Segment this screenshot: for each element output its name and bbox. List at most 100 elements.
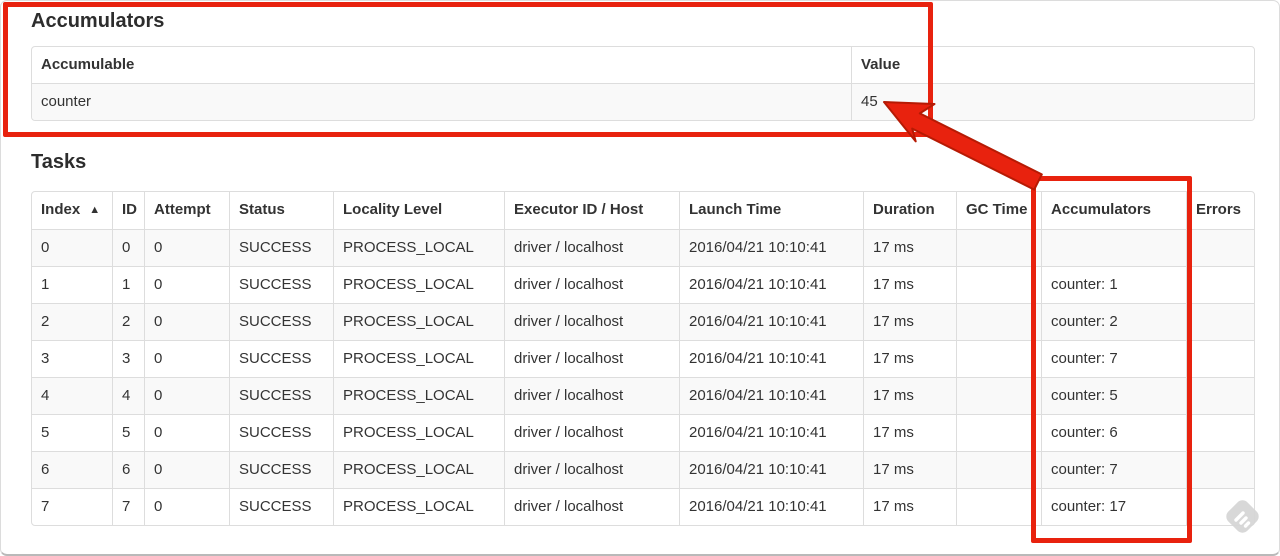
task-cell-gc-time (956, 340, 1041, 377)
task-cell-launch-time: 2016/04/21 10:10:41 (679, 414, 863, 451)
task-cell-attempt: 0 (144, 266, 229, 303)
task-cell-launch-time: 2016/04/21 10:10:41 (679, 266, 863, 303)
task-row: 1 1 0 SUCCESS PROCESS_LOCAL driver / localhos… (32, 266, 1254, 303)
column-header-errors[interactable]: Errors (1186, 192, 1254, 229)
task-cell-duration: 17 ms (863, 229, 956, 266)
task-cell-status: SUCCESS (229, 414, 333, 451)
task-cell-errors (1186, 340, 1254, 377)
task-cell-status: SUCCESS (229, 229, 333, 266)
task-cell-accumulators: counter: 7 (1041, 451, 1186, 488)
task-cell-id: 6 (112, 451, 144, 488)
task-cell-gc-time (956, 229, 1041, 266)
task-cell-index: 7 (32, 488, 112, 525)
task-row: 2 2 0 SUCCESS PROCESS_LOCAL driver / localhos… (32, 303, 1254, 340)
task-cell-launch-time: 2016/04/21 10:10:41 (679, 451, 863, 488)
task-cell-duration: 17 ms (863, 303, 956, 340)
task-cell-index: 5 (32, 414, 112, 451)
task-cell-id: 4 (112, 377, 144, 414)
task-cell-index: 3 (32, 340, 112, 377)
task-cell-locality-level: PROCESS_LOCAL (333, 340, 504, 377)
task-cell-locality-level: PROCESS_LOCAL (333, 488, 504, 525)
column-header-launch-time[interactable]: Launch Time (679, 192, 863, 229)
task-cell-gc-time (956, 303, 1041, 340)
task-cell-id: 1 (112, 266, 144, 303)
task-cell-gc-time (956, 377, 1041, 414)
task-cell-attempt: 0 (144, 488, 229, 525)
task-cell-locality-level: PROCESS_LOCAL (333, 451, 504, 488)
column-header-attempt[interactable]: Attempt (144, 192, 229, 229)
task-cell-accumulators (1041, 229, 1186, 266)
task-row: 6 6 0 SUCCESS PROCESS_LOCAL driver / localhos… (32, 451, 1254, 488)
task-cell-accumulators: counter: 7 (1041, 340, 1186, 377)
task-cell-index: 2 (32, 303, 112, 340)
task-cell-accumulators: counter: 5 (1041, 377, 1186, 414)
task-cell-id: 2 (112, 303, 144, 340)
task-cell-errors (1186, 377, 1254, 414)
task-cell-duration: 17 ms (863, 451, 956, 488)
task-cell-accumulators: counter: 6 (1041, 414, 1186, 451)
task-cell-attempt: 0 (144, 303, 229, 340)
task-cell-accumulators: counter: 2 (1041, 303, 1186, 340)
task-cell-gc-time (956, 414, 1041, 451)
task-cell-status: SUCCESS (229, 340, 333, 377)
task-cell-executor-id-host: driver / localhost (504, 377, 679, 414)
task-row: 0 0 0 SUCCESS PROCESS_LOCAL driver / localhos… (32, 229, 1254, 266)
task-cell-locality-level: PROCESS_LOCAL (333, 229, 504, 266)
value-column-header: Value (851, 47, 1254, 83)
task-cell-executor-id-host: driver / localhost (504, 229, 679, 266)
column-header-id[interactable]: ID (112, 192, 144, 229)
task-cell-locality-level: PROCESS_LOCAL (333, 414, 504, 451)
tasks-table: Index ▲ ID Attempt Status Locality Level … (31, 191, 1255, 526)
accumulable-name-cell: counter (32, 83, 851, 120)
task-cell-status: SUCCESS (229, 488, 333, 525)
task-cell-id: 7 (112, 488, 144, 525)
task-cell-id: 3 (112, 340, 144, 377)
column-header-gc-time[interactable]: GC Time (956, 192, 1041, 229)
task-row: 5 5 0 SUCCESS PROCESS_LOCAL driver / localhos… (32, 414, 1254, 451)
task-cell-gc-time (956, 451, 1041, 488)
task-cell-errors (1186, 229, 1254, 266)
task-cell-duration: 17 ms (863, 377, 956, 414)
task-cell-errors (1186, 451, 1254, 488)
task-cell-executor-id-host: driver / localhost (504, 266, 679, 303)
tasks-section-heading: Tasks (31, 151, 87, 173)
task-cell-locality-level: PROCESS_LOCAL (333, 377, 504, 414)
accumulators-table: Accumulable Value counter 45 (31, 46, 1255, 121)
column-header-executor-id-host[interactable]: Executor ID / Host (504, 192, 679, 229)
task-cell-status: SUCCESS (229, 451, 333, 488)
task-cell-accumulators: counter: 1 (1041, 266, 1186, 303)
task-cell-errors (1186, 303, 1254, 340)
task-cell-attempt: 0 (144, 340, 229, 377)
task-cell-gc-time (956, 266, 1041, 303)
task-cell-attempt: 0 (144, 229, 229, 266)
task-cell-launch-time: 2016/04/21 10:10:41 (679, 303, 863, 340)
column-header-accumulators[interactable]: Accumulators (1041, 192, 1186, 229)
column-header-index-label: Index (41, 201, 81, 218)
task-row: 4 4 0 SUCCESS PROCESS_LOCAL driver / localhos… (32, 377, 1254, 414)
task-cell-launch-time: 2016/04/21 10:10:41 (679, 229, 863, 266)
task-cell-locality-level: PROCESS_LOCAL (333, 266, 504, 303)
task-cell-id: 5 (112, 414, 144, 451)
task-cell-index: 4 (32, 377, 112, 414)
task-cell-index: 6 (32, 451, 112, 488)
task-cell-status: SUCCESS (229, 266, 333, 303)
tasks-table-body: 0 0 0 SUCCESS PROCESS_LOCAL driver / localhos… (32, 229, 1254, 525)
task-cell-status: SUCCESS (229, 377, 333, 414)
task-cell-status: SUCCESS (229, 303, 333, 340)
task-cell-index: 1 (32, 266, 112, 303)
task-cell-errors (1186, 414, 1254, 451)
column-header-locality-level[interactable]: Locality Level (333, 192, 504, 229)
accumulator-row: counter 45 (32, 83, 1254, 120)
accumulable-value-cell: 45 (851, 83, 1254, 120)
task-cell-duration: 17 ms (863, 488, 956, 525)
task-cell-executor-id-host: driver / localhost (504, 340, 679, 377)
accumulators-section-heading: Accumulators (31, 10, 165, 32)
tasks-table-header-row: Index ▲ ID Attempt Status Locality Level … (32, 192, 1254, 229)
column-header-index[interactable]: Index ▲ (32, 192, 112, 229)
task-cell-attempt: 0 (144, 414, 229, 451)
column-header-duration[interactable]: Duration (863, 192, 956, 229)
task-cell-accumulators: counter: 17 (1041, 488, 1186, 525)
task-cell-executor-id-host: driver / localhost (504, 451, 679, 488)
column-header-status[interactable]: Status (229, 192, 333, 229)
watermark-badge-icon (1218, 492, 1266, 545)
